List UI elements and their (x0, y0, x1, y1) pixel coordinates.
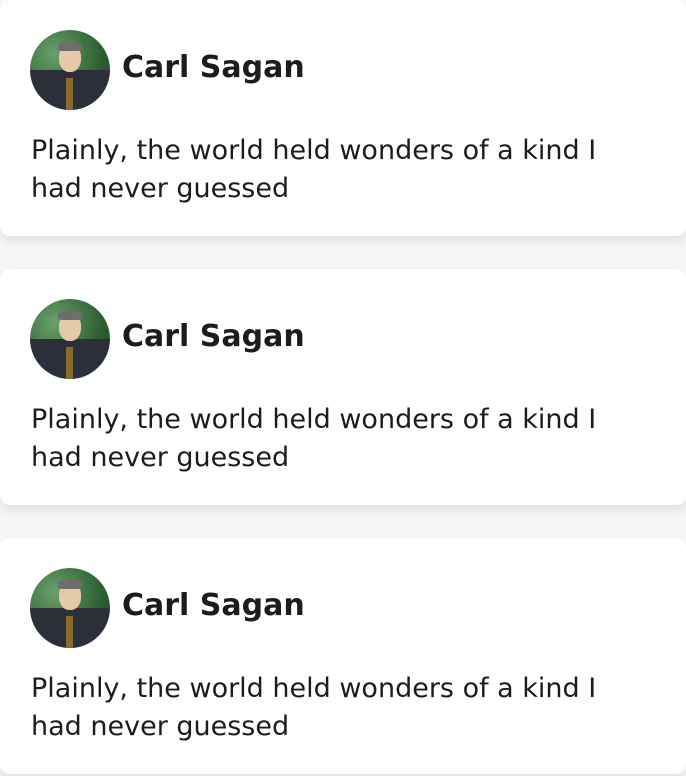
author-name: Carl Sagan (122, 50, 305, 85)
author-name: Carl Sagan (122, 319, 305, 354)
quote-text: Plainly, the world held wonders of a kin… (31, 404, 597, 473)
quote-card: Carl Sagan Plainly, the world held wonde… (0, 538, 686, 774)
avatar (30, 30, 110, 110)
quote-card: Carl Sagan Plainly, the world held wonde… (0, 0, 686, 236)
avatar (30, 568, 110, 648)
avatar (30, 299, 110, 379)
author-name: Carl Sagan (122, 588, 305, 623)
quote-card: Carl Sagan Plainly, the world held wonde… (0, 269, 686, 505)
quote-text: Plainly, the world held wonders of a kin… (31, 673, 597, 742)
quote-text: Plainly, the world held wonders of a kin… (31, 135, 597, 204)
